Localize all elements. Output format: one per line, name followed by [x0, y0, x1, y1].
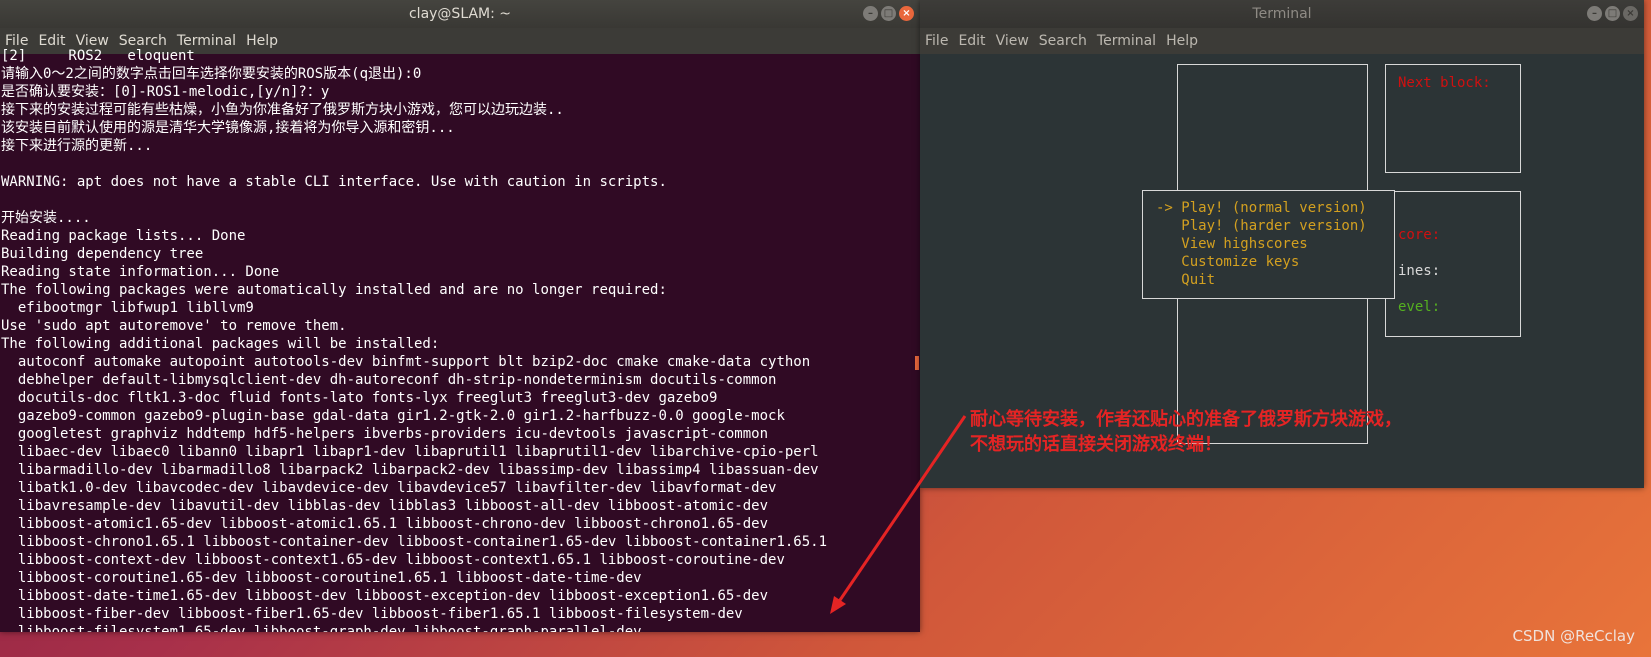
annotation-arrow [830, 415, 967, 614]
watermark: CSDN @ReCclay [1512, 627, 1635, 645]
annotation-text: 耐心等待安装，作者还贴心的准备了俄罗斯方块游戏， 不想玩的话直接关闭游戏终端！ [970, 409, 1402, 455]
